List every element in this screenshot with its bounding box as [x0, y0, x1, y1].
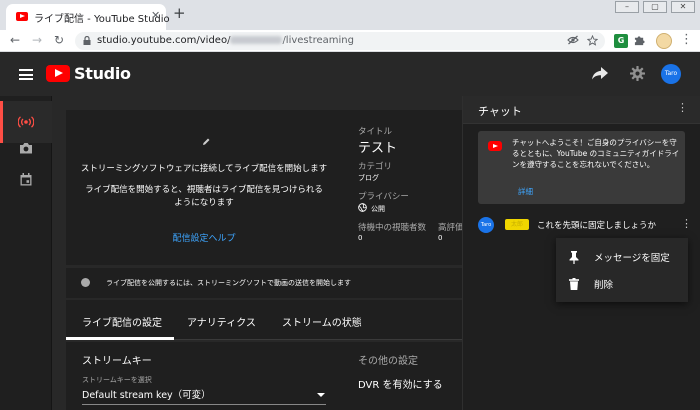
select-underline — [82, 404, 326, 405]
browser-profile-avatar[interactable] — [656, 33, 672, 49]
tab-stream-health[interactable]: ストリームの状態 — [282, 314, 362, 329]
chat-header: チャット ⋮ — [463, 96, 700, 124]
calendar-icon[interactable] — [20, 173, 32, 186]
share-icon[interactable] — [592, 67, 608, 80]
settings-gear-icon[interactable] — [630, 66, 645, 81]
eye-off-icon[interactable] — [567, 35, 579, 45]
window-controls: – ▢ ✕ — [615, 0, 700, 14]
stream-key-select-label: ストリームキーを選択 — [82, 376, 152, 384]
stream-preview-panel: ストリーミングソフトウェアに接続してライブ配信を開始します ライブ配信を開始する… — [66, 110, 342, 265]
browser-tab[interactable]: ライブ配信 - YouTube Studio ✕ — [6, 4, 170, 30]
forward-button[interactable]: → — [32, 33, 42, 47]
publish-notice: ライブ配信を公開するには、ストリーミングソフトで動画の送信を開始します — [66, 268, 462, 298]
trash-icon — [569, 278, 579, 290]
hamburger-menu-icon[interactable] — [19, 69, 33, 80]
tab-close-icon[interactable]: ✕ — [151, 9, 160, 22]
chat-message[interactable]: Taro 太郎 これを先頭に固定しましょうか ⋮ — [463, 214, 700, 236]
url-text: studio.youtube.com/video/ /livestreaming — [97, 35, 354, 46]
active-tab-underline — [66, 337, 174, 340]
stream-key-select[interactable]: Default stream key（可変） — [82, 387, 211, 401]
maximize-icon[interactable]: ▢ — [643, 1, 667, 13]
tab-title: ライブ配信 - YouTube Studio — [34, 14, 170, 25]
pin-message-label: メッセージを固定 — [594, 253, 670, 264]
publish-notice-text: ライブ配信を公開するには、ストリーミングソフトで動画の送信を開始します — [106, 279, 351, 287]
back-button[interactable]: ← — [10, 33, 20, 47]
youtube-favicon-icon — [16, 12, 28, 21]
waiting-viewers-value: 0 — [358, 234, 363, 242]
pencil-icon — [203, 138, 210, 145]
active-indicator — [0, 101, 3, 143]
reload-button[interactable]: ↻ — [54, 33, 64, 47]
studio-brand[interactable]: Studio — [74, 64, 131, 83]
category-value: ブログ — [358, 174, 379, 182]
preview-instruction-2: ライブ配信を開始すると、視聴者はライブ配信を見つけられるようになります — [85, 185, 323, 208]
extension-badge-icon[interactable]: G — [614, 34, 628, 48]
menu-item-delete[interactable]: 削除 — [556, 272, 688, 296]
delete-label: 削除 — [594, 280, 614, 291]
stream-key-section: ストリームキー ストリームキーを選択 Default stream key（可変… — [66, 342, 342, 410]
message-more-options-icon[interactable]: ⋮ — [681, 217, 692, 231]
left-sidebar — [0, 96, 52, 410]
puzzle-icon[interactable] — [634, 35, 645, 46]
account-avatar[interactable]: Taro — [661, 64, 681, 84]
welcome-text: チャットへようこそ！ご自身のプライバシーを守るとともに、YouTube のコミュ… — [512, 138, 680, 169]
browser-tab-bar: ライブ配信 - YouTube Studio ✕ + – ▢ ✕ — [0, 0, 700, 30]
pin-icon — [569, 251, 579, 264]
address-bar[interactable]: studio.youtube.com/video/ /livestreaming — [75, 32, 605, 50]
globe-icon — [358, 203, 367, 212]
close-window-icon[interactable]: ✕ — [671, 1, 695, 13]
chat-more-options-icon[interactable]: ⋮ — [677, 102, 688, 113]
settings-tabs: ライブ配信の設定 アナリティクス ストリームの状態 — [66, 300, 462, 340]
browser-toolbar: ← → ↻ studio.youtube.com/video/ /livestre… — [0, 30, 700, 52]
waiting-viewers-label: 待機中の視聴者数 — [358, 223, 427, 233]
dvr-toggle-label[interactable]: DVR を有効にする — [358, 376, 443, 391]
sidebar-item-live[interactable] — [0, 101, 52, 143]
message-text: これを先頭に固定しましょうか — [537, 221, 657, 231]
chat-title: チャット — [478, 105, 522, 118]
camera-icon[interactable] — [19, 142, 33, 154]
studio-header: Studio Taro — [0, 52, 700, 96]
lock-icon — [83, 36, 91, 45]
title-label: タイトル — [358, 127, 393, 137]
privacy-label: プライバシー — [358, 192, 409, 202]
live-broadcast-icon — [18, 116, 34, 128]
minimize-icon[interactable]: – — [615, 1, 639, 13]
star-icon[interactable] — [587, 35, 598, 46]
url-redacted — [230, 36, 283, 44]
category-label: カテゴリ — [358, 162, 393, 172]
title-value: テスト — [358, 141, 398, 156]
message-author-avatar: Taro — [478, 217, 494, 233]
message-context-menu: メッセージを固定 削除 — [556, 238, 688, 302]
message-author-name: 太郎 — [505, 219, 529, 230]
learn-more-link[interactable]: 詳細 — [518, 186, 533, 197]
likes-value: 0 — [438, 234, 443, 242]
stream-setup-help-link[interactable]: 配信設定ヘルプ — [66, 231, 342, 244]
status-dot-icon — [81, 278, 90, 287]
likes-label: 高評価 — [438, 223, 464, 233]
browser-menu-icon[interactable]: ⋮ — [680, 33, 693, 47]
chat-welcome-message: チャットへようこそ！ご自身のプライバシーを守るとともに、YouTube のコミュ… — [478, 131, 685, 204]
tab-analytics[interactable]: アナリティクス — [187, 314, 256, 329]
dropdown-arrow-icon[interactable] — [317, 393, 325, 397]
url-suffix: /livestreaming — [282, 35, 354, 46]
other-settings-title: その他の設定 — [358, 356, 418, 367]
new-tab-button[interactable]: + — [173, 6, 186, 21]
youtube-logo-icon[interactable] — [46, 65, 70, 82]
stream-details-panel: タイトル テスト カテゴリ ブログ プライバシー 公開 待機中の視聴者数 0 高… — [342, 110, 464, 265]
tab-stream-settings[interactable]: ライブ配信の設定 — [82, 314, 162, 329]
youtube-icon — [488, 141, 502, 151]
url-prefix: studio.youtube.com/video/ — [97, 35, 231, 46]
other-settings-section: その他の設定 DVR を有効にする — [342, 342, 462, 410]
privacy-value: 公開 — [371, 205, 385, 213]
menu-item-pin-message[interactable]: メッセージを固定 — [556, 245, 688, 269]
stream-key-title: ストリームキー — [82, 356, 152, 367]
preview-instruction-1: ストリーミングソフトウェアに接続してライブ配信を開始します — [80, 164, 328, 174]
